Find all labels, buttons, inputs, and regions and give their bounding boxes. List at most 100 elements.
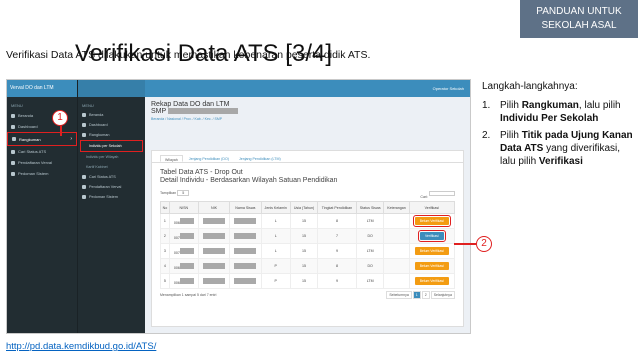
sidebar2-item-beranda[interactable]: Beranda: [78, 110, 145, 120]
breadcrumb[interactable]: Beranda / Nasional / Prov. / Kab. / Kec.…: [145, 115, 470, 123]
prev-page-button[interactable]: Sebelumnya: [386, 291, 412, 299]
column-header[interactable]: NISN: [168, 201, 199, 214]
cell-no: 2: [160, 228, 170, 244]
cell-usia: 15: [289, 273, 319, 289]
sidebar-item-pendaftaran[interactable]: Pendaftaran Verval: [7, 157, 77, 168]
redacted-value: [203, 277, 225, 284]
book-icon: [11, 171, 15, 176]
search-input[interactable]: [429, 191, 455, 196]
redacted-value: [179, 277, 194, 284]
verify-button[interactable]: Belum Verifikasi: [414, 277, 449, 285]
table-row: 1 006 L 15 8 LTM Belum Verifikasi: [160, 213, 456, 229]
cell-no: 5: [160, 273, 170, 289]
redacted-value: [234, 277, 257, 284]
redacted-value: [234, 247, 257, 254]
cell-keterangan: [383, 228, 410, 244]
sidebar2-item-cari-status[interactable]: Cari Status ATS: [78, 172, 145, 182]
search-icon: [11, 149, 15, 154]
redacted-value: [179, 217, 194, 224]
cell-tingkat: 8: [317, 258, 357, 274]
cell-tingkat: 7: [317, 228, 357, 244]
sidebar2-item-pendaftaran[interactable]: Pendaftaran Verval: [78, 182, 145, 192]
step-2: 2. Pilih Titik pada Ujung Kanan Data ATS …: [482, 130, 633, 167]
search-label: Cari:: [420, 195, 428, 199]
entries-info: Menampilkan 1 sampai 5 dari 7 entri: [160, 293, 217, 297]
table-row: 5 006 P 15 9 LTM Belum Verifikasi: [160, 273, 456, 289]
dashboard-icon: [11, 124, 15, 129]
cell-usia: 15: [289, 213, 319, 229]
chevron-right-icon: ›: [70, 136, 72, 142]
cell-nama: [229, 213, 262, 229]
page-1-button[interactable]: 1: [412, 291, 421, 299]
column-header[interactable]: No: [160, 201, 170, 214]
next-page-button[interactable]: Selanjutnya: [430, 291, 455, 299]
cell-jk: P: [260, 273, 291, 289]
slide-title: Verifikasi Data ATS [3/4]: [75, 40, 333, 67]
cell-tingkat: 8: [317, 213, 357, 229]
column-header[interactable]: Usia (Tahun): [289, 201, 319, 214]
table-row: 3 007 L 15 9 LTM Belum Verifikasi: [160, 243, 456, 259]
column-header[interactable]: Keterangan: [383, 201, 410, 214]
sidebar2-item-dashboard[interactable]: Dashboard: [78, 120, 145, 130]
submenu-kartif[interactable]: Kartif Kabinet: [78, 162, 145, 172]
column-header[interactable]: Tingkat Pendidikan: [317, 201, 357, 214]
cell-keterangan: [383, 213, 410, 229]
cell-jk: L: [260, 243, 291, 259]
menu-label: MENU: [11, 103, 23, 108]
cell-status: DO: [355, 228, 385, 244]
cell-nisn: 006: [168, 258, 199, 274]
cell-nik: [197, 213, 231, 229]
sidebar-item-pedoman[interactable]: Pedoman Sistem: [7, 168, 77, 179]
column-header[interactable]: Status Siswa: [355, 201, 385, 214]
redacted-value: [234, 232, 257, 239]
verify-button[interactable]: Belum Verifikasi: [412, 215, 451, 227]
redacted-value: [203, 232, 225, 239]
column-header[interactable]: Nama Siswa: [229, 201, 262, 214]
tab-wilayah[interactable]: Wilayah: [160, 155, 183, 162]
sidebar2-item-rangkuman[interactable]: Rangkuman: [78, 130, 145, 140]
tab-jenjang-ltm[interactable]: Jenjang Pendidikan (LTM): [235, 155, 285, 162]
verify-button[interactable]: Belum Verifikasi: [414, 262, 449, 270]
table-row: 2 007 L 15 7 DO Verifikasi: [160, 228, 456, 244]
cell-nisn: 007: [168, 243, 199, 259]
cell-nama: [229, 273, 262, 289]
sidebar-item-cari-status[interactable]: Cari Status ATS: [7, 146, 77, 157]
source-link[interactable]: http://pd.data.kemdikbud.go.id/ATS/: [6, 341, 156, 352]
verify-button[interactable]: Belum Verifikasi: [414, 247, 449, 255]
column-header[interactable]: NIK: [197, 201, 231, 214]
cell-keterangan: [383, 243, 410, 259]
cell-tingkat: 9: [317, 243, 357, 259]
table-title: Tabel Data ATS - Drop Out: [160, 169, 243, 176]
cell-verifikasi: Belum Verifikasi: [408, 273, 456, 289]
redacted-school-name: [168, 108, 238, 115]
cell-jk: L: [260, 228, 291, 244]
callout-1-line: [60, 126, 62, 136]
tab-bar: Wilayah Jenjang Pendidikan (DO) Jenjang …: [152, 151, 463, 163]
sidebar2-item-pedoman[interactable]: Pedoman Sistem: [78, 192, 145, 202]
data-card: Wilayah Jenjang Pendidikan (DO) Jenjang …: [151, 150, 464, 327]
cell-verifikasi: Belum Verifikasi: [408, 258, 456, 274]
home-icon: [82, 113, 86, 117]
redacted-value: [179, 262, 194, 269]
page-size-select[interactable]: 5: [177, 190, 190, 196]
column-header[interactable]: Verifikasi: [408, 201, 456, 214]
submenu-individu-sekolah[interactable]: Individu per Sekolah: [80, 140, 143, 152]
redacted-value: [179, 247, 194, 254]
verify-button[interactable]: Verifikasi: [418, 230, 446, 242]
submenu-individu-wilayah[interactable]: Individu per Wilayah: [78, 152, 145, 162]
cell-nisn: 006: [168, 273, 199, 289]
operator-label[interactable]: Operator Sekolah: [145, 80, 470, 97]
cell-keterangan: [383, 258, 410, 274]
dashboard-icon: [82, 123, 86, 127]
page-2-button[interactable]: 2: [421, 291, 430, 299]
redacted-value: [203, 217, 225, 224]
cell-nisn: 007: [168, 228, 199, 244]
redacted-value: [179, 232, 194, 239]
cell-verifikasi: Belum Verifikasi: [408, 213, 456, 229]
cell-status: LTM: [355, 213, 385, 229]
book-icon: [82, 195, 86, 199]
column-header[interactable]: Jenis Kelamin: [260, 201, 291, 214]
sidebar-item-rangkuman[interactable]: Rangkuman ›: [7, 132, 77, 146]
cell-no: 1: [160, 213, 170, 229]
tab-jenjang-do[interactable]: Jenjang Pendidikan (DO): [185, 155, 233, 162]
